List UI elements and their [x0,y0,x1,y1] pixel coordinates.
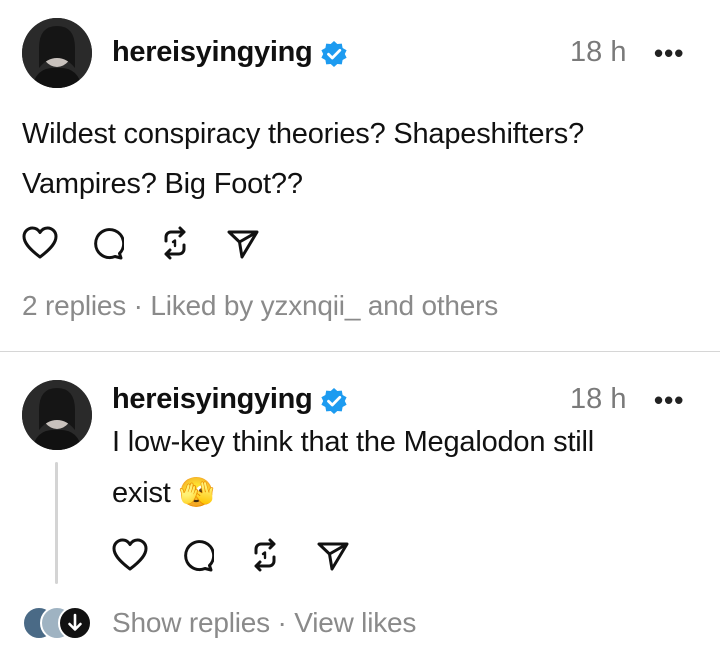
repost-icon[interactable] [248,537,282,573]
show-replies-link[interactable]: Show replies [112,607,270,638]
replies-count-link[interactable]: 2 replies [22,290,126,321]
post-text-line1: Wildest conspiracy theories? Shapeshifte… [22,118,585,150]
share-icon[interactable] [226,228,260,260]
reply-text-line1: I low-key think that the Megalodon still [112,426,595,458]
replier-avatars[interactable] [22,606,94,640]
post-avatar[interactable] [22,18,92,88]
reply-avatar[interactable] [22,380,92,450]
reply-timestamp: 18 h [570,383,627,415]
view-likes-link[interactable]: View likes [294,607,416,638]
reply-text-line2: exist 🫣 [112,466,215,519]
heart-icon[interactable] [22,226,58,260]
thread-line [55,462,58,584]
arrow-down-icon [58,606,92,640]
verified-icon [320,387,348,415]
liked-by-link[interactable]: Liked by yzxnqii_ and others [150,290,498,321]
more-icon[interactable]: ••• [654,385,684,416]
reply-text-word: exist [112,477,171,509]
share-icon[interactable] [316,540,350,572]
post-divider [0,351,720,352]
post-username[interactable]: hereisyingying [112,36,313,69]
post-timestamp: 18 h [570,36,627,68]
footer-links: Show replies · View likes [112,607,416,639]
heart-icon[interactable] [112,538,148,572]
verified-icon [320,40,348,68]
post-text-line2: Vampires? Big Foot?? [22,168,303,200]
post-meta: 2 replies · Liked by yzxnqii_ and others [22,290,498,322]
repost-icon[interactable] [158,225,192,261]
meta-separator: · [133,290,143,321]
face-peeking-emoji: 🫣 [178,475,215,509]
comment-icon[interactable] [90,227,124,261]
reply-username[interactable]: hereisyingying [112,383,313,416]
comment-icon[interactable] [180,539,214,573]
footer-separator: · [277,607,287,638]
more-icon[interactable]: ••• [654,38,684,69]
